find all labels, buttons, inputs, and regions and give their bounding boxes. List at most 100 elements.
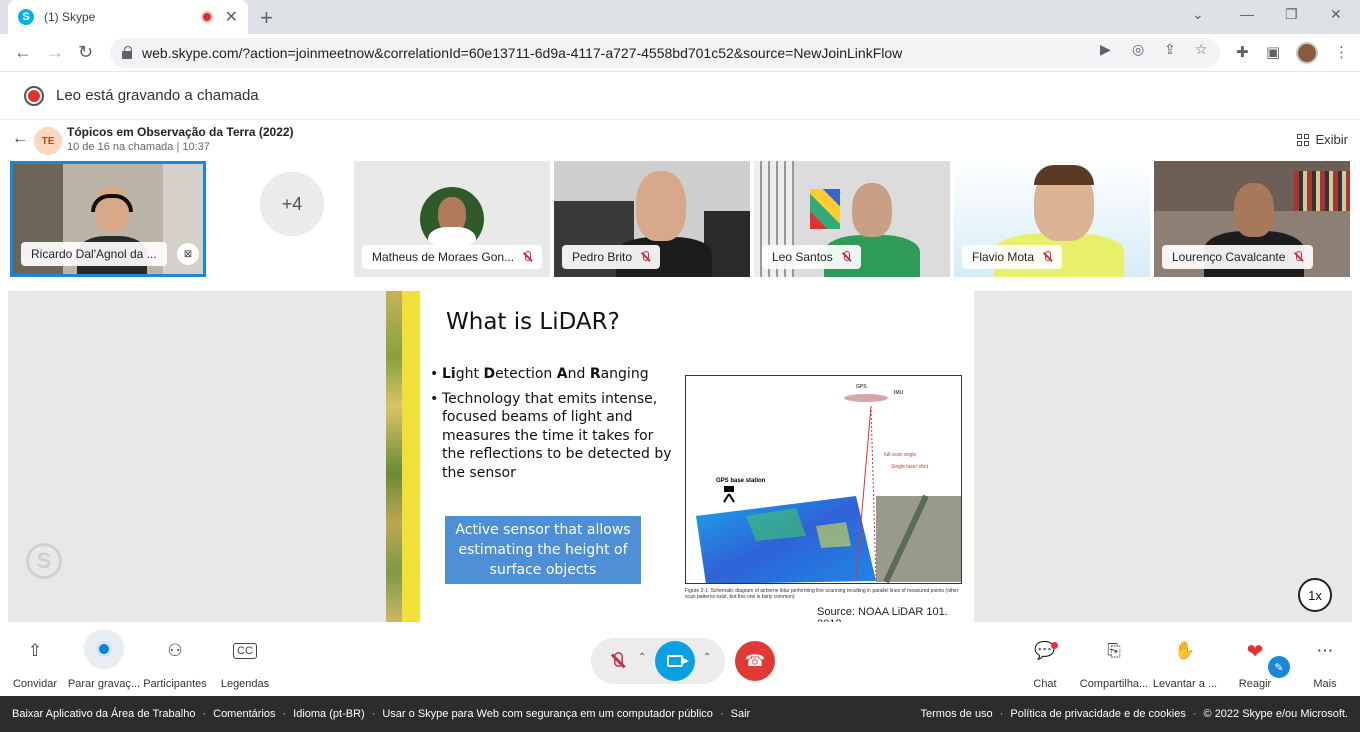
meeting-avatar[interactable]: TE: [34, 127, 62, 155]
video-camera-icon: [667, 655, 689, 667]
browser-tab[interactable]: S (1) Skype ✕: [8, 0, 248, 34]
close-tab-icon[interactable]: ✕: [225, 7, 238, 27]
browser-toolbar: ← → ↻ web.skype.com/?action=joinmeetnow&…: [0, 34, 1360, 72]
minimize-window-button[interactable]: —: [1240, 6, 1254, 22]
meeting-title[interactable]: Tópicos em Observação da Terra (2022): [67, 125, 294, 139]
recording-icon: [24, 85, 44, 106]
extensions-puzzle-icon[interactable]: ✚: [1236, 43, 1249, 61]
hang-up-button[interactable]: ☎: [735, 641, 775, 681]
bullet-lidar-acronym-part: anging: [600, 366, 649, 382]
footer-link-feedback[interactable]: Comentários: [213, 708, 275, 720]
footer-left-links: Baixar Aplicativo da Área de Trabalho · …: [12, 708, 751, 720]
presentation-slide: What is LiDAR? Light Detection And Rangi…: [386, 291, 974, 622]
footer-link-public-computer[interactable]: Usar o Skype para Web com segurança em u…: [382, 708, 713, 720]
participant-tile-self[interactable]: Ricardo Dal'Agnol da ... ⊠: [10, 161, 206, 277]
raise-hand-button[interactable]: ✋ Levantar a ...: [1145, 636, 1225, 690]
participant-tile[interactable]: Lourenço Cavalcante: [1154, 161, 1350, 277]
back-arrow-icon[interactable]: ←: [14, 42, 32, 63]
forward-arrow-icon[interactable]: →: [46, 42, 64, 63]
participant-name-label: Pedro Brito: [562, 245, 661, 269]
imu-label: IMU: [894, 390, 904, 396]
camera-options-chevron-icon[interactable]: ⌃: [703, 652, 711, 663]
view-button-label: Exibir: [1315, 132, 1348, 147]
page-footer: Baixar Aplicativo da Área de Trabalho · …: [0, 696, 1360, 732]
bullet-lidar-acronym-part: nd: [567, 366, 590, 382]
captions-button[interactable]: CC Legendas: [205, 636, 285, 690]
chrome-menu-icon[interactable]: ⋮: [1334, 43, 1349, 61]
raise-hand-label: Levantar a ...: [1152, 678, 1218, 690]
close-window-button[interactable]: ✕: [1330, 6, 1342, 23]
participant-avatar: [420, 187, 484, 251]
participant-tile[interactable]: Pedro Brito: [554, 161, 750, 277]
stop-recording-button[interactable]: Parar gravaç...: [64, 629, 144, 690]
hide-eye-icon[interactable]: ◎: [1132, 41, 1144, 58]
heart-icon: ❤: [1246, 640, 1264, 663]
playback-speed-button[interactable]: 1x: [1298, 578, 1332, 612]
footer-link-sign-out[interactable]: Sair: [731, 708, 751, 720]
participant-name-label: Matheus de Moraes Gon...: [362, 245, 542, 269]
chat-bubble-icon: 💬: [1005, 636, 1085, 666]
laser-shot-label: Single laser shot: [891, 464, 929, 470]
participant-face: [852, 183, 892, 237]
figure-caption: Figure 2-1. Schematic diagram of airborn…: [685, 588, 959, 600]
chat-label: Chat: [1033, 678, 1057, 690]
url-text[interactable]: web.skype.com/?action=joinmeetnow&correl…: [142, 45, 902, 61]
participant-name: Flavio Mota: [972, 250, 1035, 264]
participant-name-label: Flavio Mota: [962, 245, 1063, 269]
footer-copyright: © 2022 Skype e/ou Microsoft.: [1203, 708, 1348, 720]
profile-avatar[interactable]: [1296, 42, 1318, 64]
participant-name-label: Ricardo Dal'Agnol da ...: [21, 242, 167, 266]
participant-tile[interactable]: Flavio Mota: [954, 161, 1150, 277]
participant-name: Ricardo Dal'Agnol da ...: [31, 247, 157, 261]
participant-name-label: Lourenço Cavalcante: [1162, 245, 1314, 269]
tab-search-chevron-icon[interactable]: ⌄: [1192, 6, 1204, 23]
recording-banner: Leo está gravando a chamada: [0, 72, 1360, 120]
footer-link-download[interactable]: Baixar Aplicativo da Área de Trabalho: [12, 708, 195, 720]
participant-face: [1234, 183, 1274, 237]
bookmark-star-icon[interactable]: ☆: [1195, 41, 1208, 58]
more-button[interactable]: ⋯ Mais: [1285, 636, 1360, 690]
active-sensor-callout: Active sensor that allows estimating the…: [445, 516, 641, 584]
participant-tile[interactable]: Matheus de Moraes Gon...: [354, 161, 550, 277]
participants-strip: Ricardo Dal'Agnol da ... ⊠ +4 Matheus de…: [0, 161, 1360, 278]
participants-button[interactable]: ⚇ Participantes: [135, 636, 215, 690]
participant-tile[interactable]: Leo Santos: [754, 161, 950, 277]
footer-link-language[interactable]: Idioma (pt-BR): [293, 708, 365, 720]
chat-notification-dot: [1051, 642, 1058, 649]
new-tab-button[interactable]: +: [260, 5, 273, 31]
view-button[interactable]: Exibir: [1297, 132, 1348, 147]
stop-recording-label: Parar gravaç...: [67, 678, 141, 690]
mic-muted-icon: [522, 251, 532, 263]
more-participants-button[interactable]: +4: [260, 172, 324, 236]
microphone-muted-button[interactable]: [600, 644, 634, 678]
mic-muted-icon: [640, 251, 650, 263]
slide-title: What is LiDAR?: [446, 309, 620, 335]
mic-muted-icon: [841, 251, 851, 263]
camera-button[interactable]: [655, 641, 695, 681]
share-icon[interactable]: ⇪: [1164, 41, 1176, 58]
meeting-header: ← TE Tópicos em Observação da Terra (202…: [0, 120, 1360, 160]
mic-muted-icon: [1293, 251, 1303, 263]
camera-in-use-icon[interactable]: ▶: [1100, 41, 1111, 58]
mic-muted-icon: [1042, 251, 1052, 263]
bullet-lidar-acronym-part: A: [556, 366, 568, 382]
slide-bullets: Light Detection And Ranging Technology t…: [430, 365, 675, 488]
participant-name: Leo Santos: [772, 250, 833, 264]
pin-icon[interactable]: ⊠: [177, 243, 199, 265]
bullet-lidar-acronym: Light Detection And Ranging: [430, 365, 675, 384]
closed-captions-icon: CC: [205, 636, 285, 666]
share-screen-button[interactable]: ⎘ Compartilha...: [1074, 636, 1154, 690]
gps-base-label: GPS base station: [716, 478, 766, 484]
reload-icon[interactable]: ↻: [78, 42, 93, 63]
address-bar[interactable]: web.skype.com/?action=joinmeetnow&correl…: [110, 38, 1220, 68]
participant-name: Pedro Brito: [572, 250, 633, 264]
mic-options-chevron-icon[interactable]: ⌃: [638, 652, 646, 663]
footer-link-privacy[interactable]: Política de privacidade e de cookies: [1010, 708, 1186, 720]
lock-icon[interactable]: [122, 46, 132, 59]
back-icon[interactable]: ←: [12, 130, 28, 148]
footer-link-terms[interactable]: Termos de uso: [921, 708, 993, 720]
side-panel-icon[interactable]: ▣: [1266, 43, 1280, 61]
restore-window-button[interactable]: ❐: [1285, 6, 1298, 23]
chat-button[interactable]: 💬 Chat: [1005, 636, 1085, 690]
bullet-lidar-acronym-part: R: [589, 366, 601, 382]
